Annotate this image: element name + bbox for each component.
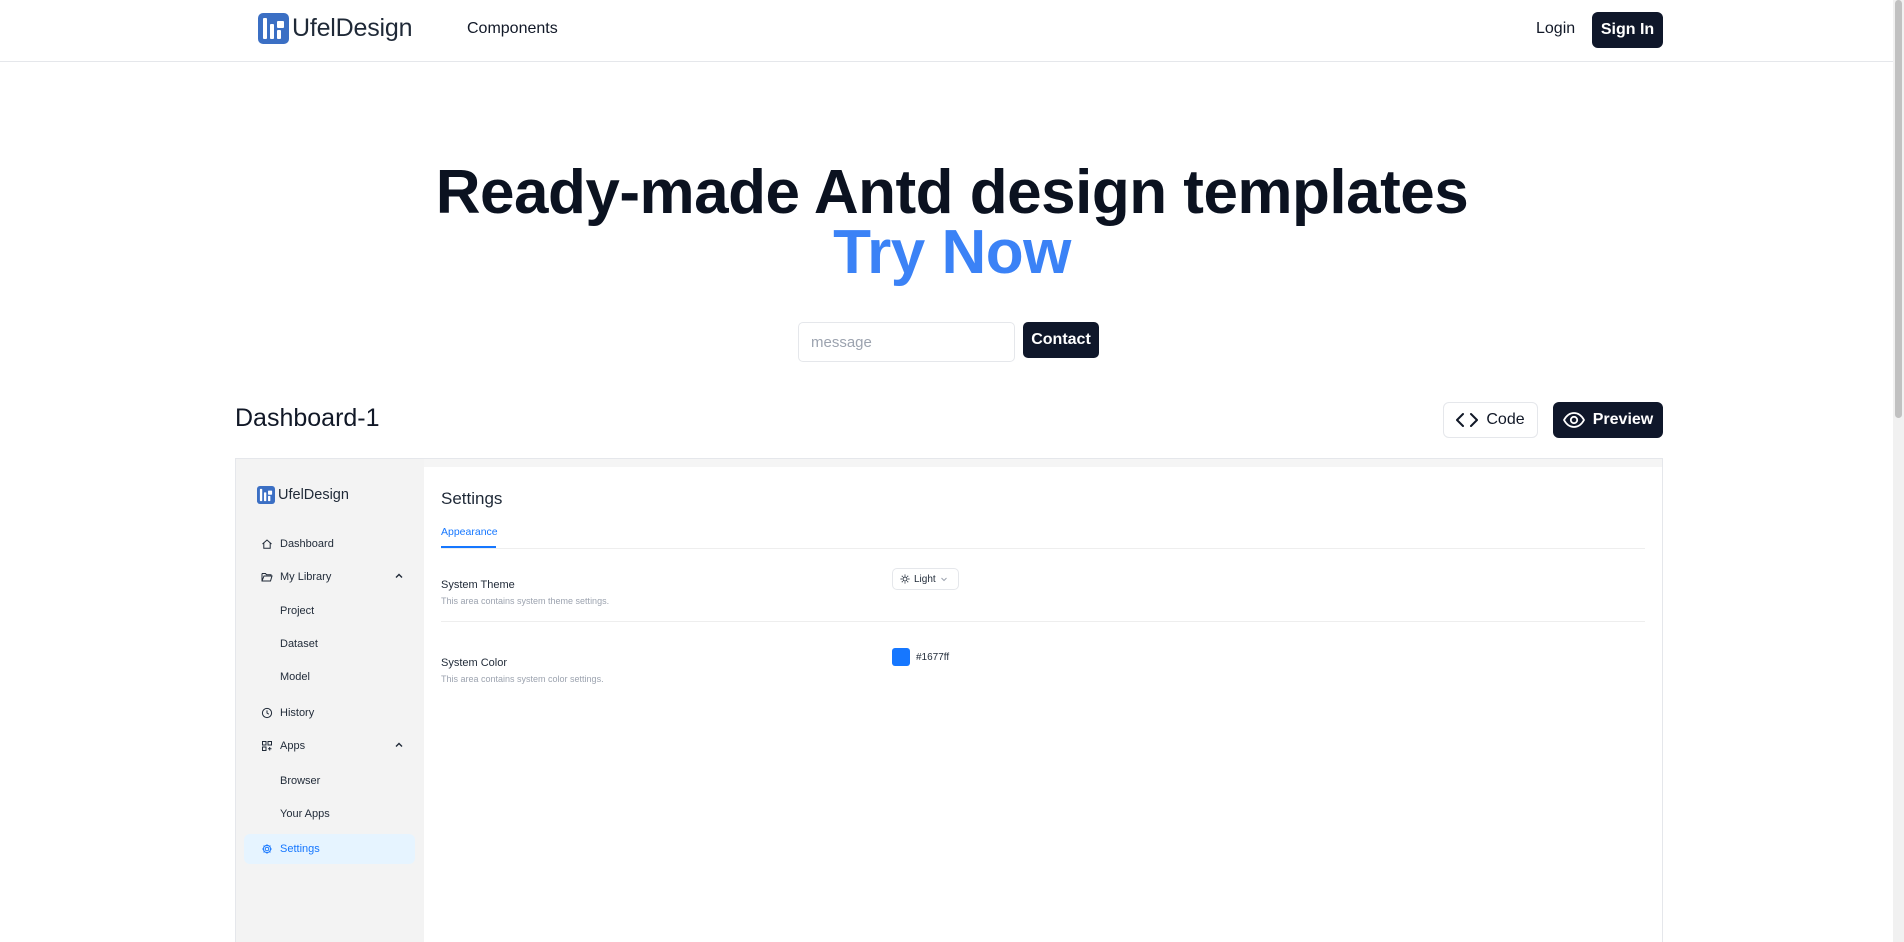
tab-divider (441, 548, 1645, 549)
apps-icon (262, 741, 272, 751)
gear-icon (262, 844, 272, 854)
login-link[interactable]: Login (1536, 20, 1575, 38)
sidebar-item-label: Apps (280, 740, 306, 752)
sidebar-item-label: Model (280, 671, 310, 683)
sidebar-item-label: Dataset (280, 638, 318, 650)
nav-components-link[interactable]: Components (467, 20, 558, 38)
code-button-label: Code (1486, 411, 1525, 428)
contact-button[interactable]: Contact (1023, 322, 1099, 358)
preview-button[interactable]: Preview (1553, 402, 1663, 438)
system-color-label: System Color (441, 657, 508, 669)
sidebar-item-browser[interactable]: Browser (244, 766, 415, 796)
frame-top-strip (236, 459, 1662, 467)
sidebar-item-project[interactable]: Project (244, 596, 415, 626)
sidebar-item-history[interactable]: History (244, 698, 415, 728)
color-picker-swatch[interactable] (892, 648, 910, 666)
system-theme-desc: This area contains system theme settings… (441, 596, 610, 606)
preview-sidebar: UfelDesign Dashboard My Library Project … (236, 459, 424, 942)
theme-select[interactable]: Light (892, 568, 959, 590)
settings-title: Settings (441, 489, 503, 508)
preview-brand-name: UfelDesign (278, 487, 349, 503)
home-icon (262, 539, 272, 549)
sidebar-item-label: Your Apps (280, 808, 330, 820)
signin-button[interactable]: Sign In (1592, 12, 1663, 48)
chevron-up-icon (395, 573, 403, 578)
tab-appearance[interactable]: Appearance (441, 526, 498, 538)
system-theme-label: System Theme (441, 579, 515, 591)
sidebar-item-apps[interactable]: Apps (244, 731, 415, 761)
sidebar-item-your-apps[interactable]: Your Apps (244, 799, 415, 829)
preview-brand[interactable]: UfelDesign (257, 486, 349, 504)
sidebar-item-dataset[interactable]: Dataset (244, 629, 415, 659)
page-scrollbar-thumb[interactable] (1895, 0, 1902, 418)
theme-select-value: Light (914, 573, 936, 585)
dashboard-preview-frame: UfelDesign Dashboard My Library Project … (235, 458, 1663, 942)
eye-icon (1562, 412, 1585, 428)
system-color-desc: This area contains system color settings… (441, 674, 604, 684)
sidebar-item-label: History (280, 707, 315, 719)
chevron-down-icon (940, 577, 947, 582)
folder-open-icon (261, 573, 273, 582)
logo-icon (258, 13, 289, 44)
hero-title: Ready-made Antd design templates (435, 158, 1469, 227)
sidebar-item-my-library[interactable]: My Library (244, 562, 415, 592)
chevron-up-icon (395, 742, 403, 747)
message-input[interactable] (798, 322, 1015, 362)
settings-divider (441, 621, 1645, 622)
sun-icon (900, 574, 910, 584)
section-title: Dashboard-1 (235, 404, 380, 432)
brand-name: UfelDesign (292, 14, 413, 42)
sidebar-item-settings[interactable]: Settings (244, 834, 415, 864)
code-button[interactable]: Code (1443, 402, 1538, 438)
sidebar-item-model[interactable]: Model (244, 662, 415, 692)
preview-button-label: Preview (1592, 411, 1654, 428)
sidebar-item-label: Project (280, 605, 315, 617)
sidebar-item-label: Browser (280, 775, 321, 787)
hero-subtitle: Try Now (833, 218, 1071, 287)
clock-icon (261, 707, 273, 719)
top-navbar: UfelDesign Components Login Sign In (0, 0, 1904, 62)
preview-content: Settings Appearance System Theme This ar… (424, 467, 1662, 942)
code-icon (1456, 413, 1479, 427)
sidebar-item-label: My Library (280, 571, 332, 583)
color-value: #1677ff (916, 652, 950, 663)
brand-logo-link[interactable]: UfelDesign (258, 13, 412, 44)
sidebar-item-label: Settings (280, 843, 320, 855)
sidebar-item-dashboard[interactable]: Dashboard (244, 529, 415, 559)
sidebar-item-label: Dashboard (280, 538, 334, 550)
preview-logo-icon (257, 486, 275, 504)
